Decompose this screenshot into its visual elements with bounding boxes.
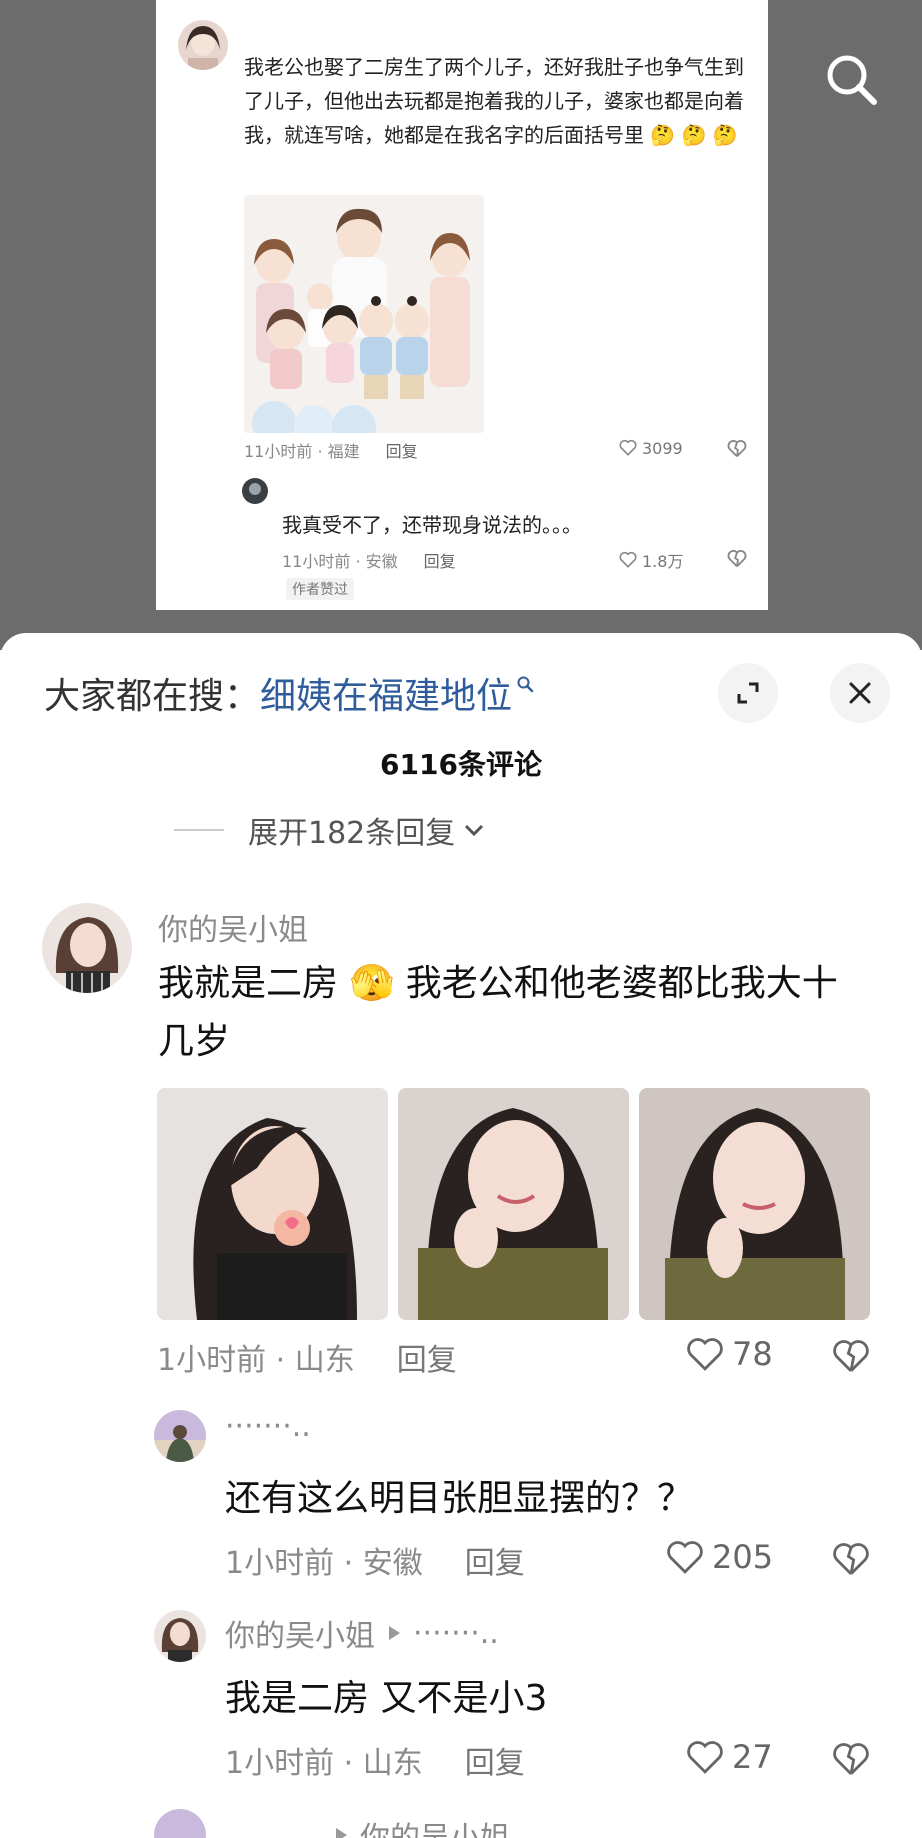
reply-meta: 1小时前 · 山东 回复 — [225, 1738, 525, 1782]
comment-meta: 1小时前 · 山东 回复 — [157, 1335, 457, 1379]
reply-time-location: 1小时前 · 安徽 — [225, 1546, 423, 1581]
comment-dislike-button[interactable] — [830, 1335, 872, 1381]
heart-icon — [687, 1338, 723, 1371]
broken-heart-icon — [727, 550, 747, 567]
reply-text: 还有这么明目张胆显摆的？？ — [225, 1478, 694, 1519]
comment-photo[interactable] — [398, 1088, 629, 1320]
reply-reply-button[interactable]: 回复 — [465, 1538, 525, 1582]
search-button[interactable] — [822, 50, 882, 110]
reply-time-location: 1小时前 · 山东 — [225, 1746, 423, 1781]
comments-sheet: 大家都在搜： 细姨在福建地位 6116条评论 展开182条回复 你的吴小姐 我就… — [0, 633, 922, 1838]
reply-like-count: 1.8万 — [642, 552, 684, 571]
thinking-emoji: 🤔 🤔 🤔 — [650, 123, 738, 147]
comment-avatar[interactable] — [42, 903, 132, 993]
comment-time-location: 1小时前 · 山东 — [157, 1343, 355, 1378]
comment-text: 我就是二房 🫣 我老公和他老婆都比我大十 几岁 — [158, 955, 878, 1071]
search-icon — [517, 676, 534, 693]
embedded-post-screenshot: 我老公也娶了二房生了两个儿子，还好我肚子也争气生到了儿子，但他出去玩都是抱着我的… — [156, 0, 768, 610]
trending-search-term[interactable]: 细姨在福建地位 — [260, 667, 512, 719]
comment-username[interactable]: 你的吴小姐 — [158, 905, 308, 949]
comment-photo[interactable] — [157, 1088, 388, 1320]
close-icon — [849, 682, 871, 704]
heart-icon — [667, 1541, 703, 1574]
divider-line — [174, 829, 224, 831]
broken-heart-icon — [727, 440, 747, 457]
post-meta: 11小时前 · 福建 回复 — [244, 438, 418, 462]
author-liked-badge: 作者赞过 — [286, 578, 354, 600]
reply-text: 我真受不了，还带现身说法的。。。 — [282, 513, 582, 537]
reply-time-location: 11小时前 · 安徽 — [282, 552, 398, 571]
reply-dislike-button[interactable] — [830, 1538, 872, 1584]
reply-like-count: 27 — [732, 1738, 773, 1776]
post-time-location: 11小时前 · 福建 — [244, 442, 360, 461]
comment-photo[interactable] — [639, 1088, 870, 1320]
reply-author-avatar — [242, 478, 268, 504]
reply-username-row: 你的吴小姐 — [330, 1813, 510, 1838]
comment-text-part1: 我就是二房 — [158, 963, 339, 1004]
reply-to-username[interactable]: 你的吴小姐 — [360, 1813, 510, 1838]
trending-search-link[interactable]: 大家都在搜： 细姨在福建地位 — [44, 663, 534, 723]
expand-replies-label: 展开182条回复 — [248, 816, 456, 851]
reply-meta: 1小时前 · 安徽 回复 — [225, 1538, 525, 1582]
reply-like-button[interactable]: 1.8万 — [618, 548, 683, 572]
reply-avatar[interactable] — [154, 1610, 206, 1662]
reply-avatar[interactable] — [154, 1410, 206, 1462]
trending-search-prefix: 大家都在搜： — [44, 676, 261, 717]
post-author-avatar — [178, 20, 228, 70]
comment-like-count: 78 — [732, 1335, 773, 1373]
post-illustration — [244, 195, 484, 433]
play-arrow-icon — [336, 1828, 347, 1838]
search-icon — [827, 55, 877, 105]
reply-dislike-button[interactable] — [726, 548, 748, 574]
close-button[interactable] — [830, 663, 890, 723]
comment-text-part2: 我老公和他老婆都比我大十 — [405, 963, 838, 1004]
reply-like-button[interactable]: 205 — [664, 1536, 773, 1578]
broken-heart-icon — [833, 1743, 869, 1775]
reply-username[interactable]: 你的吴小姐 — [225, 1611, 375, 1655]
reply-like-button[interactable]: 27 — [684, 1736, 773, 1778]
reply-reply-button[interactable]: 回复 — [424, 548, 456, 572]
heart-icon — [619, 551, 637, 568]
reply-meta: 11小时前 · 安徽 回复 — [282, 548, 456, 572]
post-dislike-button[interactable] — [726, 438, 748, 464]
chevron-down-icon — [465, 824, 484, 837]
play-arrow-icon — [389, 1626, 400, 1640]
post-text: 我老公也娶了二房生了两个儿子，还好我肚子也争气生到了儿子，但他出去玩都是抱着我的… — [244, 50, 744, 152]
reply-avatar[interactable] — [154, 1809, 206, 1838]
reply-to-username[interactable]: ·······.. — [413, 1616, 499, 1651]
post-reply-button[interactable]: 回复 — [386, 438, 418, 462]
pensive-emoji: 🫣 — [349, 963, 395, 1004]
expand-replies-button[interactable]: 展开182条回复 — [174, 808, 489, 852]
heart-icon — [619, 439, 637, 456]
comment-text-part3: 几岁 — [158, 1021, 231, 1062]
reply-dislike-button[interactable] — [830, 1738, 872, 1784]
comment-reply-button[interactable]: 回复 — [397, 1335, 457, 1379]
post-like-count: 3099 — [642, 438, 683, 458]
comment-count: 6116条评论 — [380, 748, 542, 781]
reply-like-count: 205 — [712, 1538, 774, 1576]
reply-text: 我是二房 又不是小3 — [225, 1678, 548, 1719]
broken-heart-icon — [833, 1543, 869, 1575]
post-like-button[interactable]: 3099 — [618, 438, 683, 458]
background-overlay[interactable]: 我老公也娶了二房生了两个儿子，还好我肚子也争气生到了儿子，但他出去玩都是抱着我的… — [0, 0, 922, 650]
reply-reply-button[interactable]: 回复 — [465, 1738, 525, 1782]
reply-username[interactable]: ·······.. — [225, 1409, 311, 1444]
comment-like-button[interactable]: 78 — [684, 1333, 773, 1375]
expand-button[interactable] — [718, 663, 778, 723]
reply-username-row: 你的吴小姐 ·······.. — [225, 1611, 499, 1655]
heart-icon — [687, 1741, 723, 1774]
expand-icon — [737, 682, 759, 704]
broken-heart-icon — [833, 1340, 869, 1372]
